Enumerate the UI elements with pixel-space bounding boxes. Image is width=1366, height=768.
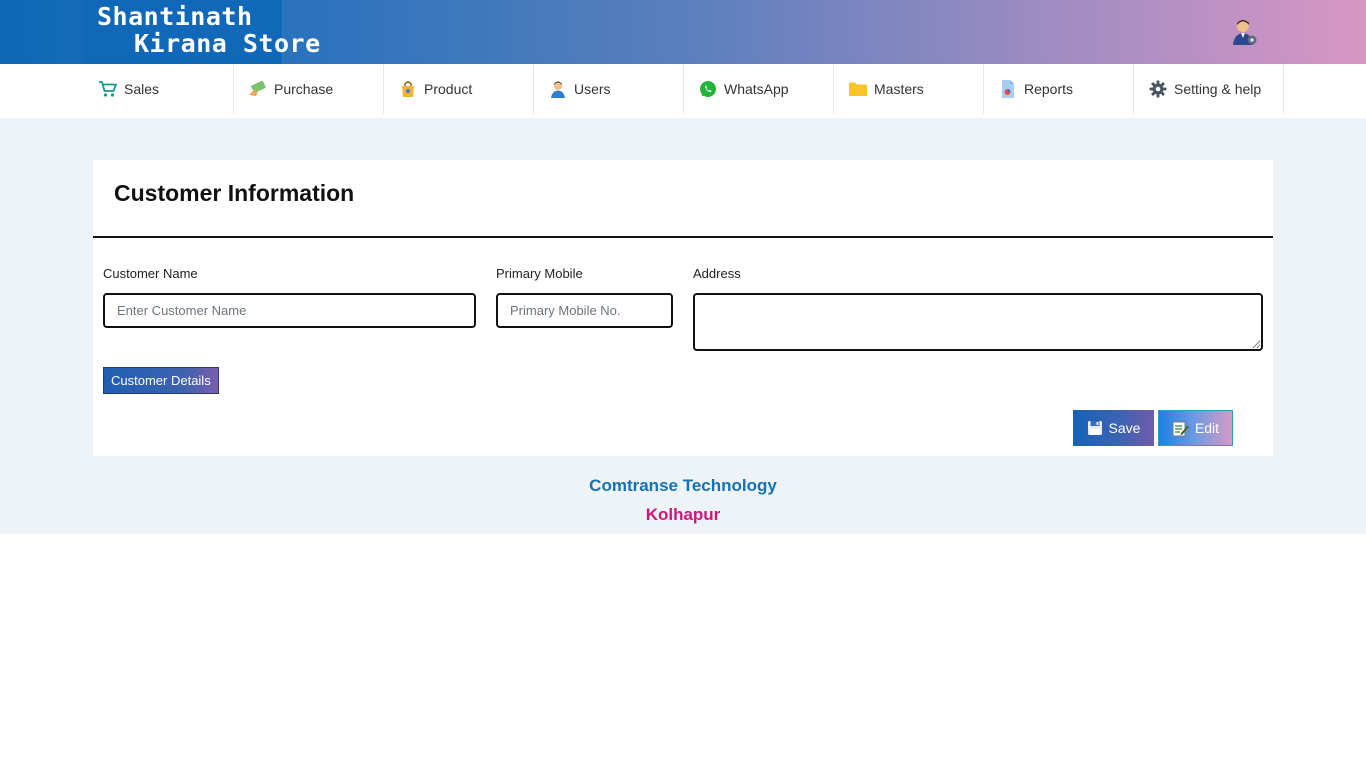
nav-item-reports[interactable]: Reports: [984, 64, 1134, 114]
save-icon: [1087, 421, 1102, 435]
save-button[interactable]: Save: [1073, 410, 1154, 446]
nav-item-whatsapp[interactable]: WhatsApp: [684, 64, 834, 114]
whatsapp-icon: [698, 79, 718, 99]
nav-item-product[interactable]: Product: [384, 64, 534, 114]
cash-icon: [248, 79, 268, 99]
primary-mobile-input[interactable]: [496, 293, 673, 328]
nav-label-purchase: Purchase: [274, 81, 334, 97]
primary-mobile-label: Primary Mobile: [496, 266, 583, 281]
edit-button-label: Edit: [1194, 420, 1220, 436]
store-logo[interactable]: Shantinath Kirana Store: [84, 0, 320, 64]
nav-item-settings[interactable]: Setting & help: [1134, 64, 1284, 114]
nav-item-users[interactable]: Users: [534, 64, 684, 114]
edit-icon: [1172, 421, 1189, 436]
nav-item-sales[interactable]: Sales: [84, 64, 234, 114]
nav-label-masters: Masters: [874, 81, 924, 97]
product-bag-icon: [398, 79, 418, 99]
customer-name-input[interactable]: [103, 293, 476, 328]
customer-info-card: Customer Information Customer Name Prima…: [93, 160, 1273, 456]
nav-label-sales: Sales: [124, 81, 160, 97]
main-navbar: Sales Purchase Product Users WhatsApp Ma…: [0, 64, 1366, 118]
address-textarea[interactable]: [693, 293, 1263, 351]
title-divider: [93, 236, 1273, 238]
gear-icon: [1148, 79, 1168, 99]
save-button-label: Save: [1108, 420, 1141, 436]
logo-line2: Kirana Store: [134, 29, 321, 58]
customer-name-label: Customer Name: [103, 266, 198, 281]
nav-label-settings: Setting & help: [1174, 81, 1262, 97]
folder-icon: [848, 79, 868, 99]
address-label: Address: [693, 266, 741, 281]
page-title: Customer Information: [114, 180, 355, 206]
user-icon: [548, 79, 568, 99]
cart-icon: [98, 79, 118, 99]
nav-item-purchase[interactable]: Purchase: [234, 64, 384, 114]
nav-label-users: Users: [574, 81, 611, 97]
footer-company: Comtranse Technology: [589, 476, 777, 495]
footer-city: Kolhapur: [645, 505, 721, 524]
nav-label-reports: Reports: [1024, 81, 1074, 97]
edit-button[interactable]: Edit: [1158, 410, 1233, 446]
app-header: Shantinath Kirana Store: [0, 0, 1366, 64]
nav-label-whatsapp: WhatsApp: [724, 81, 789, 97]
user-avatar-icon[interactable]: [1230, 18, 1258, 46]
logo-line1: Shantinath: [97, 2, 253, 31]
nav-item-masters[interactable]: Masters: [834, 64, 984, 114]
report-icon: [998, 79, 1018, 99]
customer-details-button[interactable]: Customer Details: [103, 367, 219, 394]
nav-label-product: Product: [424, 81, 473, 97]
